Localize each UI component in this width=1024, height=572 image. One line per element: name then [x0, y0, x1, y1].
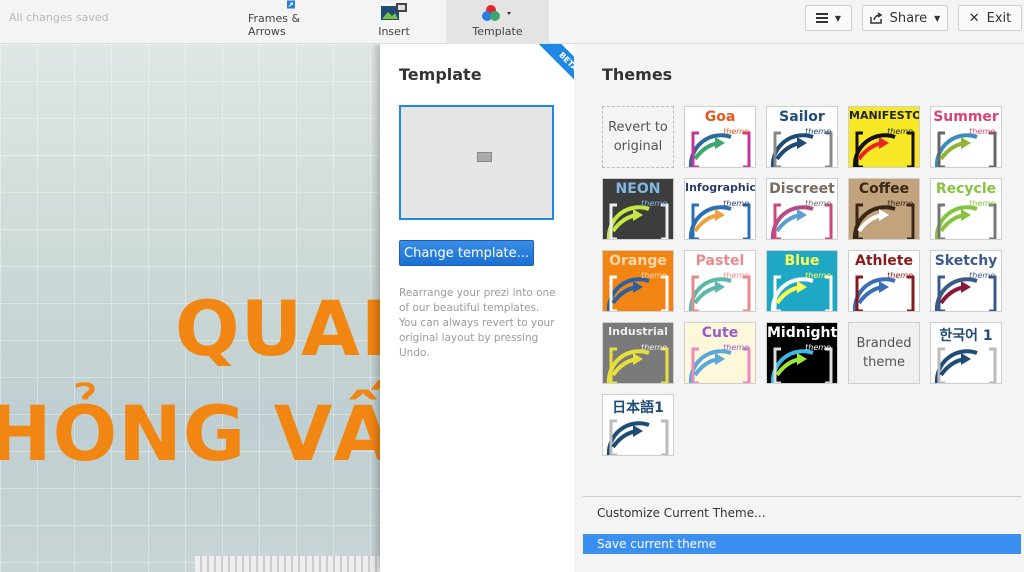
theme-name: Coffee [858, 181, 910, 197]
template-button[interactable]: Template [446, 0, 549, 44]
insert-label: Insert [378, 25, 410, 38]
theme-tile[interactable]: Coffee theme [848, 178, 920, 240]
theme-tile[interactable]: Sketchy theme [930, 250, 1002, 312]
theme-tile[interactable]: NEON theme [602, 178, 674, 240]
theme-tile[interactable]: Blue theme [766, 250, 838, 312]
themes-panel: Themes Revert to original Branded theme … [574, 44, 1024, 572]
theme-name: Sailor [779, 109, 825, 125]
theme-subtitle: theme [723, 271, 749, 280]
theme-name: Blue [784, 253, 820, 269]
branded-label: Branded theme [856, 336, 912, 370]
exit-label: Exit [986, 10, 1012, 26]
template-color-icon [481, 5, 511, 21]
theme-name: MANIFESTO [849, 109, 920, 122]
theme-subtitle: theme [969, 127, 995, 136]
theme-subtitle: theme [805, 271, 831, 280]
theme-tile[interactable]: Discreet theme [766, 178, 838, 240]
insert-image-icon [381, 3, 407, 20]
template-thumbnail[interactable] [399, 105, 554, 220]
theme-tile[interactable]: Athlete theme [848, 250, 920, 312]
theme-tile[interactable]: Goa theme [684, 106, 756, 168]
template-panel: Template BETA Change template... Rearran… [380, 44, 574, 572]
hamburger-icon [815, 13, 828, 23]
theme-tile[interactable]: Cute theme [684, 322, 756, 384]
canvas-dock-image [195, 556, 380, 572]
theme-tile[interactable]: Industrial theme [602, 322, 674, 384]
theme-subtitle: theme [805, 343, 831, 352]
theme-name: 日本語1 [612, 400, 664, 416]
revert-label: Revert to original [608, 120, 668, 154]
theme-subtitle: theme [805, 199, 831, 208]
revert-theme-tile[interactable]: Revert to original [602, 106, 674, 168]
customize-theme-item[interactable]: Customize Current Theme... [583, 503, 1021, 523]
template-description: Rearrange your prezi into one of our bea… [399, 287, 556, 359]
share-icon [869, 12, 883, 24]
theme-name: Recycle [935, 181, 997, 197]
theme-tile[interactable]: MANIFESTO theme [848, 106, 920, 168]
theme-name: Sketchy [934, 253, 998, 269]
theme-tile[interactable]: Recycle theme [930, 178, 1002, 240]
theme-subtitle: theme [805, 127, 831, 136]
theme-tile[interactable]: Pastel theme [684, 250, 756, 312]
beta-badge: BETA [534, 44, 574, 96]
template-label: Template [472, 25, 523, 38]
close-icon: ✕ [968, 10, 980, 26]
template-title: Template [399, 65, 482, 84]
canvas-text-line2[interactable]: HỎNG VẤN [0, 389, 380, 478]
theme-subtitle: theme [641, 343, 667, 352]
frames-arrows-button[interactable]: Frames & Arrows [248, 0, 334, 44]
theme-tile[interactable]: Orange theme [602, 250, 674, 312]
save-theme-item[interactable]: Save current theme [583, 534, 1021, 554]
frames-arrows-label: Frames & Arrows [248, 12, 301, 38]
menu-button[interactable]: ▼ [805, 5, 852, 31]
theme-name: Cute [701, 325, 739, 341]
branded-theme-tile[interactable]: Branded theme [848, 322, 920, 384]
theme-name: Industrial [608, 325, 668, 338]
theme-name: Summer [933, 109, 999, 125]
theme-tile[interactable]: Sailor theme [766, 106, 838, 168]
theme-name: Discreet [769, 181, 835, 197]
change-template-button[interactable]: Change template... [399, 240, 534, 266]
theme-subtitle: theme [887, 271, 913, 280]
theme-name: Orange [609, 253, 667, 269]
theme-name: Pastel [695, 253, 745, 269]
frames-arrows-icon [287, 0, 295, 9]
theme-subtitle: theme [641, 199, 667, 208]
theme-name: NEON [615, 181, 661, 197]
save-status: All changes saved [9, 11, 109, 24]
canvas-text-line1[interactable]: QUAN [175, 284, 380, 373]
theme-name: Midnight [767, 325, 838, 341]
insert-button[interactable]: Insert [372, 0, 416, 44]
prezi-canvas[interactable]: QUAN HỎNG VẤN [0, 44, 380, 572]
theme-subtitle: theme [969, 199, 995, 208]
theme-subtitle: theme [887, 199, 913, 208]
chevron-down-icon: ▼ [934, 13, 941, 23]
image-placeholder-icon [477, 152, 492, 162]
chevron-down-icon: ▼ [834, 13, 842, 23]
prezi-editor: All changes saved Frames & Arrows Insert… [0, 0, 1024, 572]
theme-subtitle: theme [887, 127, 913, 136]
theme-name: Goa [704, 109, 736, 125]
divider [583, 496, 1021, 497]
theme-tile[interactable]: 日本語1 [602, 394, 674, 456]
theme-subtitle: theme [723, 343, 749, 352]
top-toolbar: All changes saved Frames & Arrows Insert… [0, 0, 1024, 44]
theme-tile[interactable]: Infographic theme [684, 178, 756, 240]
theme-tile[interactable]: Midnight theme [766, 322, 838, 384]
theme-subtitle: theme [641, 271, 667, 280]
share-button[interactable]: Share ▼ [862, 5, 948, 31]
theme-name: Infographic [685, 181, 756, 194]
exit-button[interactable]: ✕ Exit [958, 5, 1022, 31]
theme-tile[interactable]: 한국어 1 [930, 322, 1002, 384]
share-label: Share [889, 10, 928, 26]
themes-title: Themes [602, 65, 673, 84]
theme-subtitle: theme [723, 127, 749, 136]
theme-name: Athlete [855, 253, 913, 269]
theme-tile[interactable]: Summer theme [930, 106, 1002, 168]
theme-name: 한국어 1 [939, 328, 993, 344]
theme-subtitle: theme [969, 271, 995, 280]
theme-subtitle: theme [723, 199, 749, 208]
